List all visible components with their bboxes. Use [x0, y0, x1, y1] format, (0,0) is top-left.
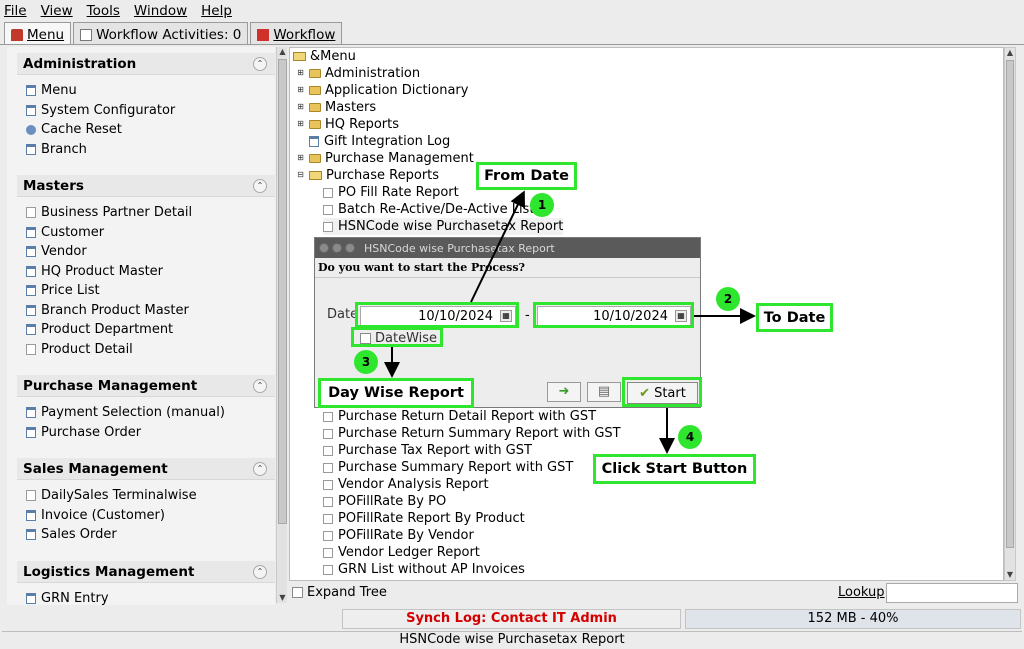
arrow-from-date	[470, 190, 526, 303]
annotation-arrows	[384, 190, 756, 454]
